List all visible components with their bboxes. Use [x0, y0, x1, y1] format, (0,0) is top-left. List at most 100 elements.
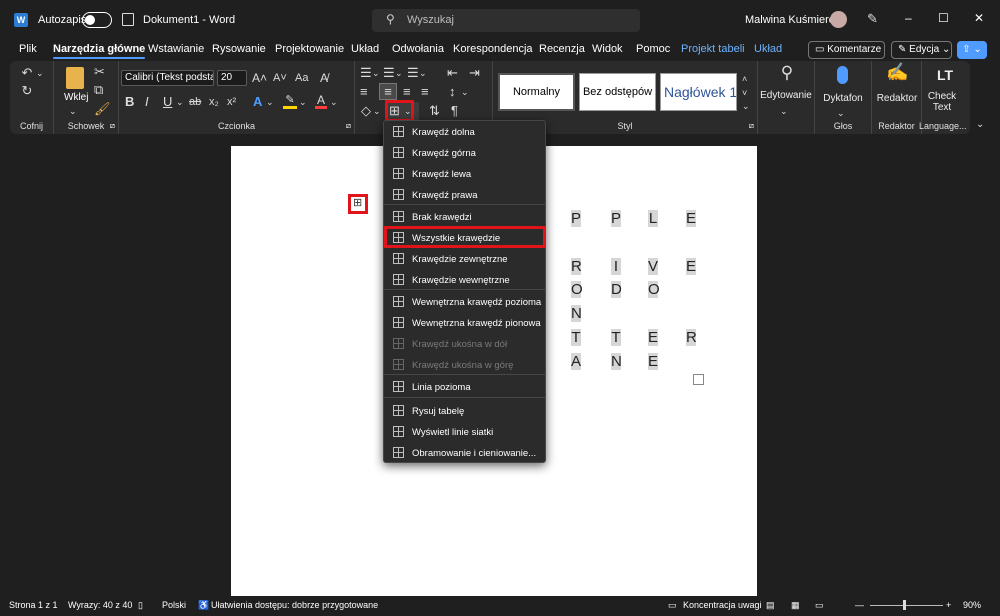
dictate-dropdown-icon[interactable]: ⌄: [837, 105, 845, 121]
editing-button-label[interactable]: Edytowanie: [760, 90, 812, 101]
underline-icon[interactable]: U: [163, 94, 172, 110]
focus-icon[interactable]: ▭: [668, 600, 677, 611]
menu-item-3[interactable]: Krawędź prawa: [384, 185, 545, 206]
word-count[interactable]: Wyrazy: 40 z 40: [68, 600, 132, 610]
highlight-color-icon[interactable]: ✎: [283, 95, 297, 109]
table-cell[interactable]: L: [648, 210, 658, 227]
shading-dropdown-icon[interactable]: ⌄: [373, 103, 381, 119]
style-normal[interactable]: Normalny: [498, 73, 575, 111]
table-cell[interactable]: O: [648, 281, 660, 299]
table-cell[interactable]: R: [571, 257, 582, 275]
menu-item-8[interactable]: Wewnętrzna krawędź pozioma: [384, 292, 545, 313]
editor-button-label[interactable]: Redaktor: [871, 93, 923, 104]
table-cell[interactable]: E: [648, 329, 658, 346]
table-cell[interactable]: E: [686, 210, 696, 227]
italic-icon[interactable]: I: [145, 94, 149, 110]
font-color-dropdown-icon[interactable]: ⌄: [330, 94, 338, 110]
table-cell[interactable]: N: [611, 352, 622, 370]
paste-label[interactable]: Wklej: [64, 92, 88, 103]
clipboard-launcher-icon[interactable]: ⧄: [110, 121, 115, 131]
tab-table-layout[interactable]: Układ: [754, 43, 782, 55]
menu-item-0[interactable]: Krawędź dolna: [384, 122, 545, 143]
style-heading1[interactable]: Nagłówek 1: [660, 73, 737, 111]
pen-icon[interactable]: ✎: [867, 11, 878, 27]
tab-design[interactable]: Projektowanie: [275, 43, 344, 55]
tab-home[interactable]: Narzędzia główne: [53, 43, 146, 59]
table-cell[interactable]: E: [648, 352, 658, 370]
change-case-icon[interactable]: Aa: [295, 70, 308, 86]
styles-more-icon[interactable]: ⌄: [742, 98, 750, 114]
tab-view[interactable]: Widok: [592, 43, 623, 55]
menu-item-9[interactable]: Wewnętrzna krawędź pionowa: [384, 313, 545, 334]
avatar[interactable]: [830, 11, 847, 28]
paste-icon[interactable]: [66, 67, 84, 89]
comments-button[interactable]: ▭ Komentarze: [808, 41, 885, 59]
user-name[interactable]: Malwina Kuśmierek: [745, 14, 840, 26]
page-count[interactable]: Strona 1 z 1: [9, 600, 58, 610]
tab-insert[interactable]: Wstawianie: [148, 43, 204, 55]
menu-item-6[interactable]: Krawędzie zewnętrzne: [384, 249, 545, 270]
redo-icon[interactable]: ↻: [19, 83, 35, 99]
search-box[interactable]: ⚲ Wyszukaj: [372, 9, 640, 32]
styles-launcher-icon[interactable]: ⧄: [749, 121, 754, 131]
undo-icon[interactable]: ↶: [19, 65, 35, 81]
table-cell[interactable]: V: [648, 257, 658, 275]
format-painter-icon[interactable]: 🖌: [94, 101, 111, 117]
collapse-ribbon-icon[interactable]: ⌄: [976, 119, 984, 130]
tab-draw[interactable]: Rysowanie: [212, 43, 266, 55]
align-center-icon[interactable]: ≡: [379, 83, 397, 100]
font-size-select[interactable]: 20: [217, 70, 247, 86]
cut-icon[interactable]: ✂: [94, 64, 105, 80]
focus-mode[interactable]: Koncentracja uwagi: [683, 600, 762, 610]
line-spacing-dropdown-icon[interactable]: ⌄: [461, 84, 469, 100]
paste-dropdown-icon[interactable]: ⌄: [69, 103, 77, 119]
table-cell[interactable]: I: [611, 257, 621, 275]
editing-dropdown-icon[interactable]: ⌄: [780, 103, 788, 119]
decrease-indent-icon[interactable]: ⇤: [447, 65, 458, 81]
accessibility-icon[interactable]: ♿: [198, 600, 209, 611]
numbering-icon[interactable]: ☰: [383, 65, 395, 81]
tab-file[interactable]: Plik: [19, 43, 37, 55]
table-cell[interactable]: E: [686, 257, 696, 275]
subscript-icon[interactable]: x₂: [209, 94, 219, 110]
tab-table-design[interactable]: Projekt tabeli: [681, 43, 745, 55]
align-right-icon[interactable]: ≡: [403, 84, 411, 100]
bold-icon[interactable]: B: [125, 94, 134, 110]
font-launcher-icon[interactable]: ⧄: [346, 121, 351, 131]
superscript-icon[interactable]: x²: [227, 94, 236, 110]
table-cell[interactable]: A: [571, 352, 581, 370]
table-cell[interactable]: O: [571, 281, 583, 299]
table-cell[interactable]: T: [611, 329, 621, 346]
menu-item-12[interactable]: Linia pozioma: [384, 377, 545, 398]
justify-icon[interactable]: ≡: [421, 84, 429, 100]
zoom-slider[interactable]: [870, 600, 943, 610]
table-cell[interactable]: R: [686, 329, 697, 346]
table-cell[interactable]: P: [611, 210, 621, 227]
copy-icon[interactable]: ⧉: [94, 82, 103, 98]
table-cell[interactable]: T: [571, 329, 581, 346]
editing-mode-button[interactable]: ✎ Edycja ⌄: [891, 41, 952, 59]
menu-item-15[interactable]: Obramowanie i cieniowanie...: [384, 443, 545, 464]
check-text-icon[interactable]: LT: [937, 67, 953, 83]
zoom-level[interactable]: 90%: [963, 600, 981, 610]
shrink-font-icon[interactable]: A˅: [273, 70, 287, 86]
zoom-out-icon[interactable]: —: [855, 600, 864, 610]
find-icon[interactable]: ⚲: [777, 64, 797, 81]
menu-item-7[interactable]: Krawędzie wewnętrzne: [384, 270, 545, 291]
underline-dropdown-icon[interactable]: ⌄: [176, 94, 184, 110]
read-mode-icon[interactable]: ▤: [766, 600, 775, 611]
tab-mailings[interactable]: Korespondencja: [453, 43, 533, 55]
minimize-button[interactable]: –: [905, 11, 912, 25]
font-name-select[interactable]: Calibri (Tekst podsta: [121, 70, 214, 86]
share-button[interactable]: ⇪ ⌄: [957, 41, 987, 59]
line-spacing-icon[interactable]: ↕: [449, 84, 456, 100]
menu-item-2[interactable]: Krawędź lewa: [384, 164, 545, 185]
style-no-spacing[interactable]: Bez odstępów: [579, 73, 656, 111]
text-effects-icon[interactable]: A: [253, 94, 262, 110]
tab-help[interactable]: Pomoc: [636, 43, 670, 55]
text-effects-dropdown-icon[interactable]: ⌄: [266, 94, 274, 110]
clear-formatting-icon[interactable]: A̸: [320, 70, 328, 86]
tab-references[interactable]: Odwołania: [392, 43, 444, 55]
table-move-handle[interactable]: ⊞: [348, 194, 368, 214]
menu-item-4[interactable]: Brak krawędzi: [384, 207, 545, 228]
